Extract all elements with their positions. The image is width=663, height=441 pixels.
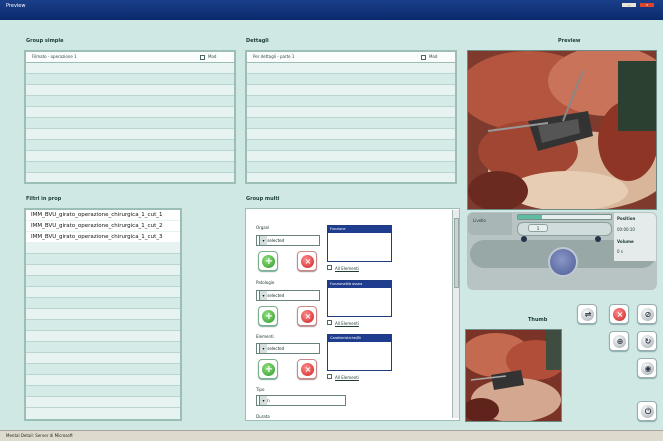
type-select[interactable]: Open▾: [256, 395, 346, 406]
filter-group-title: Filtri in prop: [26, 196, 62, 202]
stop-button[interactable]: ×: [609, 304, 629, 324]
chevron-down-icon: ▾: [259, 396, 267, 405]
exit-button[interactable]: ⏻: [637, 401, 657, 421]
thumbnail-title: Thumb: [528, 317, 548, 323]
details-header: Per dettagli - parte 1: [253, 54, 295, 59]
position-track[interactable]: [517, 214, 612, 220]
pathologies-select[interactable]: Not selected ▾: [256, 290, 320, 301]
record-icon: ◉: [644, 364, 652, 373]
pathologies-list-header: Funzionalità ossea: [328, 281, 391, 288]
exit-icon: ⏻: [644, 407, 652, 416]
minimize-button[interactable]: ---: [622, 3, 636, 7]
details-header-row[interactable]: Per dettagli - parte 1 Mod: [247, 52, 455, 63]
status-text: Mental Detail: Server di Microsoft: [6, 433, 73, 438]
record-button[interactable]: ◉: [637, 358, 657, 378]
close-icon: ×: [304, 312, 312, 321]
details-mod-label: Mod: [429, 54, 438, 59]
plus-icon: +: [264, 364, 274, 375]
organs-all-checkbox[interactable]: [327, 265, 332, 270]
details-title: Dettagli: [246, 38, 269, 44]
refresh-icon: ↻: [644, 337, 652, 346]
organs-add-button[interactable]: +: [258, 251, 278, 271]
play-dial-button[interactable]: [548, 247, 578, 277]
pathologies-remove-button[interactable]: ×: [297, 306, 317, 326]
download-button[interactable]: ⊕: [609, 331, 629, 351]
download-icon: ⊕: [616, 337, 624, 346]
group-simple-mod-checkbox[interactable]: [200, 55, 205, 60]
pathologies-listbox[interactable]: Funzionalità ossea: [327, 280, 392, 317]
elements-all-label: All Elementi: [335, 375, 359, 380]
capture-button[interactable]: ⇌: [577, 304, 597, 324]
filter-list[interactable]: IMM_BVU_girato_operazione_chirurgica_1_c…: [24, 208, 182, 421]
group-simple-header-row[interactable]: Filmato - operazione 1 Mod: [26, 52, 234, 63]
elements-listbox[interactable]: Caratteristiche/Bt: [327, 334, 392, 371]
plus-icon: +: [264, 256, 274, 267]
preview-video[interactable]: [467, 50, 657, 210]
scroll-thumb[interactable]: [454, 218, 459, 288]
type-label: Tipo: [256, 387, 265, 392]
preview-title: Preview: [558, 38, 581, 44]
preview-frame-image: [468, 51, 656, 209]
elements-remove-button[interactable]: ×: [297, 359, 317, 379]
disable-button[interactable]: ⊘: [637, 304, 657, 324]
elements-label: Elementi: [256, 334, 274, 339]
details-mod-checkbox[interactable]: [421, 55, 426, 60]
organs-select[interactable]: Not selected ▾: [256, 235, 320, 246]
pathologies-all-label: All Elementi: [335, 321, 359, 326]
filter-item[interactable]: IMM_BVU_girato_operazione_chirurgica_1_c…: [26, 232, 180, 243]
organs-list-header: Funzione: [328, 226, 391, 233]
plus-icon: +: [264, 311, 274, 322]
pathologies-all-checkbox[interactable]: [327, 320, 332, 325]
close-icon: ×: [304, 257, 312, 266]
group-simple-header: Filmato - operazione 1: [32, 54, 77, 59]
organs-all-label: All Elementi: [335, 266, 359, 271]
organs-remove-button[interactable]: ×: [297, 251, 317, 271]
position-time: 00:00:10: [617, 227, 635, 232]
group-multi-scrollbar[interactable]: [452, 210, 459, 418]
pathologies-add-button[interactable]: +: [258, 306, 278, 326]
chevron-down-icon: ▾: [259, 236, 267, 245]
pathologies-label: Patologie: [256, 280, 275, 285]
volume-value: 0 s: [617, 249, 623, 254]
group-simple-title: Group simple: [26, 38, 64, 44]
details-list[interactable]: Per dettagli - parte 1 Mod: [245, 50, 457, 184]
camera-icon: ⇌: [584, 310, 592, 319]
position-fill: [518, 215, 542, 219]
window-title: Preview: [6, 3, 26, 9]
organs-label: Organi: [256, 225, 270, 230]
elements-add-button[interactable]: +: [258, 359, 278, 379]
duration-label: Durata: [256, 414, 270, 419]
player-left-label: Livello: [473, 218, 486, 223]
rewind-icon[interactable]: [521, 236, 527, 242]
close-button[interactable]: X: [640, 3, 654, 7]
close-icon: ×: [304, 365, 312, 374]
filter-item[interactable]: IMM_BVU_girato_operazione_chirurgica_1_c…: [26, 221, 180, 232]
position-label: Position: [617, 216, 636, 221]
player-left-panel: [468, 213, 512, 235]
chevron-down-icon: ▾: [259, 291, 267, 300]
group-simple-list[interactable]: Filmato - operazione 1 Mod: [24, 50, 236, 184]
title-bar: Preview --- X: [0, 0, 663, 20]
chevron-down-icon: ▾: [259, 344, 267, 353]
refresh-button[interactable]: ↻: [637, 331, 657, 351]
group-simple-mod-label: Mod: [208, 54, 217, 59]
volume-label: Volume: [617, 239, 634, 244]
forward-icon[interactable]: [595, 236, 601, 242]
thumbnail-video[interactable]: [465, 329, 562, 422]
filter-item[interactable]: IMM_BVU_girato_operazione_chirurgica_1_c…: [26, 210, 180, 221]
no-entry-icon: ⊘: [644, 310, 652, 319]
elements-all-checkbox[interactable]: [327, 374, 332, 379]
elements-select[interactable]: Not selected ▾: [256, 343, 320, 354]
elements-list-header: Caratteristiche/Bt: [328, 335, 391, 342]
thumbnail-image: [466, 330, 561, 421]
organs-listbox[interactable]: Funzione: [327, 225, 392, 262]
seek-marker[interactable]: 1: [528, 224, 548, 232]
group-multi-title: Group multi: [246, 196, 280, 202]
close-icon: ×: [616, 310, 624, 319]
status-bar: Mental Detail: Server di Microsoft: [0, 430, 663, 441]
